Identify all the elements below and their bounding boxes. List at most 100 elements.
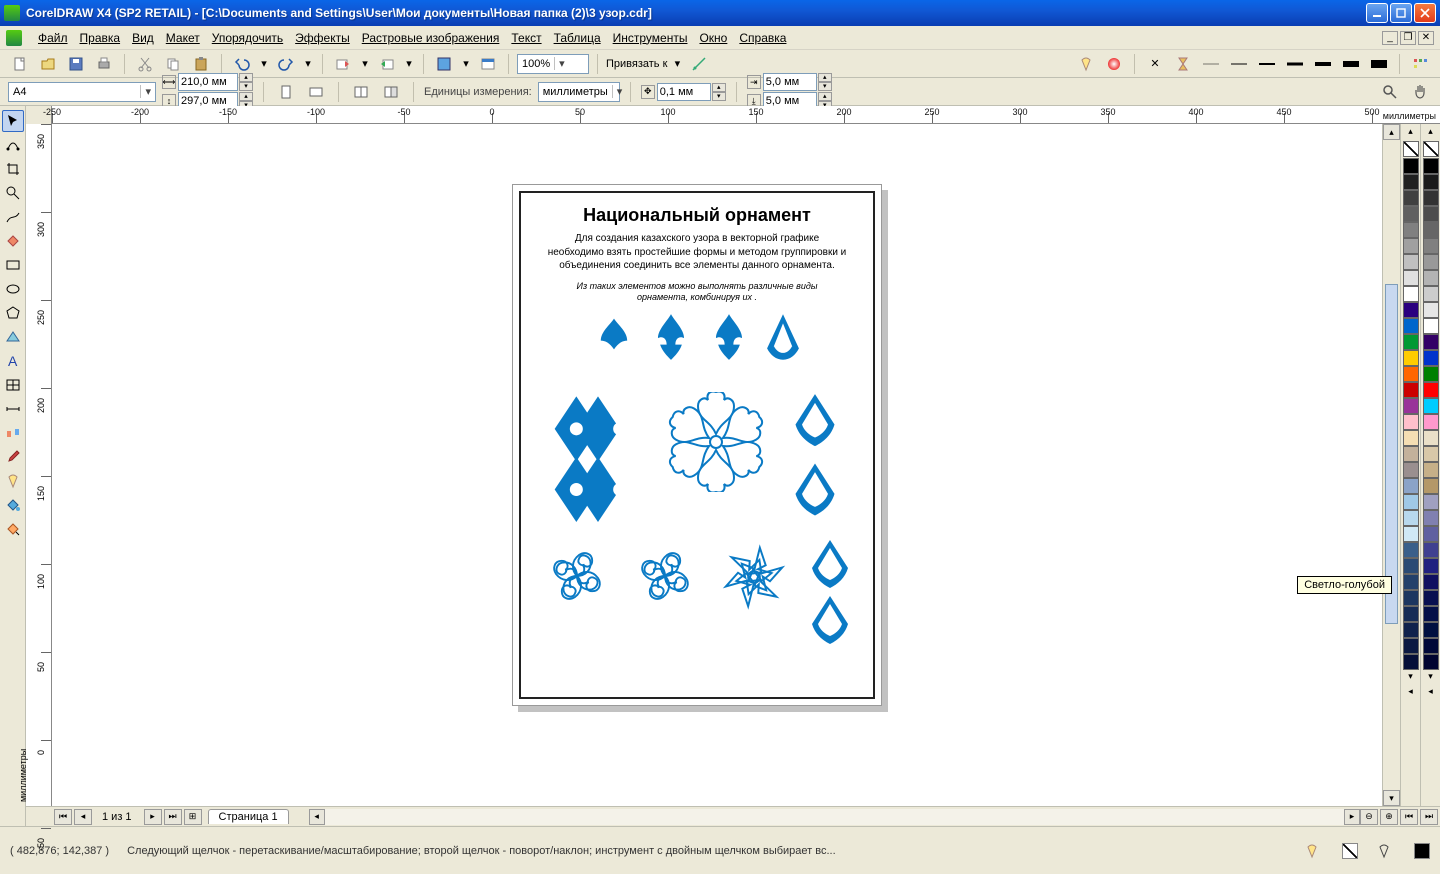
last-page[interactable]: ⏭ bbox=[164, 809, 182, 825]
swatch2-7[interactable] bbox=[1423, 270, 1439, 286]
width-down[interactable]: ▾ bbox=[239, 82, 253, 91]
cut-button[interactable] bbox=[133, 53, 157, 75]
swatch2-16[interactable] bbox=[1423, 414, 1439, 430]
snap-dropdown[interactable]: ▾ bbox=[671, 53, 683, 75]
swatch-22[interactable] bbox=[1403, 510, 1419, 526]
swatch2-29[interactable] bbox=[1423, 622, 1439, 638]
close-button[interactable] bbox=[1414, 3, 1436, 23]
swatch2-12[interactable] bbox=[1423, 350, 1439, 366]
swatch2-5[interactable] bbox=[1423, 238, 1439, 254]
horizontal-scrollbar[interactable]: ◂ ▸ bbox=[309, 809, 1360, 825]
swatch2-1[interactable] bbox=[1423, 174, 1439, 190]
swatch-27[interactable] bbox=[1403, 590, 1419, 606]
interactive-blend-tool[interactable] bbox=[2, 422, 24, 444]
swatch-11[interactable] bbox=[1403, 334, 1419, 350]
swatch-8[interactable] bbox=[1403, 286, 1419, 302]
next-page[interactable]: ▸ bbox=[144, 809, 162, 825]
table-tool[interactable] bbox=[2, 374, 24, 396]
swatch-26[interactable] bbox=[1403, 574, 1419, 590]
swatch-5[interactable] bbox=[1403, 238, 1419, 254]
import-button[interactable] bbox=[331, 53, 355, 75]
swatch-28[interactable] bbox=[1403, 606, 1419, 622]
outline-3[interactable] bbox=[1283, 53, 1307, 75]
text-tool[interactable]: A bbox=[2, 350, 24, 372]
swatch2-30[interactable] bbox=[1423, 638, 1439, 654]
swatch-14[interactable] bbox=[1403, 382, 1419, 398]
paste-button[interactable] bbox=[189, 53, 213, 75]
outline-pen-icon[interactable] bbox=[1074, 53, 1098, 75]
new-button[interactable] bbox=[8, 53, 32, 75]
all-pages-button[interactable] bbox=[349, 81, 373, 103]
redo-dropdown[interactable]: ▾ bbox=[302, 53, 314, 75]
outline-4[interactable] bbox=[1311, 53, 1335, 75]
outline-6[interactable] bbox=[1367, 53, 1391, 75]
app-launcher-dropdown[interactable]: ▾ bbox=[460, 53, 472, 75]
swatch2-20[interactable] bbox=[1423, 478, 1439, 494]
menu-text[interactable]: Текст bbox=[505, 29, 547, 47]
swatch2-18[interactable] bbox=[1423, 446, 1439, 462]
zoom-tool[interactable] bbox=[2, 182, 24, 204]
menu-table[interactable]: Таблица bbox=[548, 29, 607, 47]
height-up[interactable]: ▴ bbox=[239, 92, 253, 101]
swatch2-13[interactable] bbox=[1423, 366, 1439, 382]
vertical-scrollbar[interactable]: ▴ ▾ bbox=[1382, 124, 1400, 806]
menu-tools[interactable]: Инструменты bbox=[607, 29, 694, 47]
crop-tool[interactable] bbox=[2, 158, 24, 180]
palette-down[interactable]: ▾ bbox=[1408, 671, 1413, 685]
options-button[interactable] bbox=[1408, 53, 1432, 75]
maximize-button[interactable] bbox=[1390, 3, 1412, 23]
zoom-out-btn[interactable]: ⊖ bbox=[1360, 809, 1378, 825]
fill-tool[interactable] bbox=[2, 494, 24, 516]
save-button[interactable] bbox=[64, 53, 88, 75]
mdi-close[interactable]: ✕ bbox=[1418, 31, 1434, 45]
swatch-4[interactable] bbox=[1403, 222, 1419, 238]
interactive-fill-tool[interactable] bbox=[2, 518, 24, 540]
landscape-button[interactable] bbox=[304, 81, 328, 103]
swatch2-10[interactable] bbox=[1423, 318, 1439, 334]
swatch2-4[interactable] bbox=[1423, 222, 1439, 238]
welcome-button[interactable] bbox=[476, 53, 500, 75]
drawing-stage[interactable]: Национальный орнамент Для создания казах… bbox=[52, 124, 1382, 806]
app-launcher-button[interactable] bbox=[432, 53, 456, 75]
freehand-tool[interactable] bbox=[2, 206, 24, 228]
horizontal-ruler[interactable]: -250-200-150-100-50050100150200250300350… bbox=[26, 106, 1440, 124]
app-menu-icon[interactable] bbox=[6, 30, 22, 46]
swatch-13[interactable] bbox=[1403, 366, 1419, 382]
swatch-17[interactable] bbox=[1403, 430, 1419, 446]
scroll-right[interactable]: ▸ bbox=[1344, 809, 1360, 825]
swatch2-25[interactable] bbox=[1423, 558, 1439, 574]
eyedropper-tool[interactable] bbox=[2, 446, 24, 468]
zoom-tool-icon[interactable] bbox=[1378, 81, 1402, 103]
swatch2-23[interactable] bbox=[1423, 526, 1439, 542]
menu-edit[interactable]: Правка bbox=[74, 29, 127, 47]
import-dropdown[interactable]: ▾ bbox=[359, 53, 371, 75]
menu-arrange[interactable]: Упорядочить bbox=[206, 29, 289, 47]
hourglass-icon[interactable] bbox=[1171, 53, 1195, 75]
swatch-21[interactable] bbox=[1403, 494, 1419, 510]
zoom-in-btn[interactable]: ⊕ bbox=[1380, 809, 1398, 825]
swatch2-15[interactable] bbox=[1423, 398, 1439, 414]
export-dropdown[interactable]: ▾ bbox=[403, 53, 415, 75]
swatch-10[interactable] bbox=[1403, 318, 1419, 334]
add-page[interactable]: ⊞ bbox=[184, 809, 202, 825]
current-page-button[interactable] bbox=[379, 81, 403, 103]
nav-next[interactable]: ⏭ bbox=[1420, 809, 1438, 825]
swatch2-31[interactable] bbox=[1423, 654, 1439, 670]
swatch-1[interactable] bbox=[1403, 174, 1419, 190]
no-outline-icon[interactable]: ✕ bbox=[1143, 53, 1167, 75]
scroll-down[interactable]: ▾ bbox=[1383, 790, 1400, 806]
palette-up[interactable]: ▴ bbox=[1408, 126, 1413, 140]
swatch2-21[interactable] bbox=[1423, 494, 1439, 510]
zoom-combo[interactable]: 100%▾ bbox=[517, 54, 589, 74]
scroll-thumb-v[interactable] bbox=[1385, 284, 1398, 624]
color-wheel-icon[interactable] bbox=[1102, 53, 1126, 75]
dup-x-input[interactable] bbox=[763, 73, 817, 91]
swatch-7[interactable] bbox=[1403, 270, 1419, 286]
swatch2-3[interactable] bbox=[1423, 206, 1439, 222]
swatch-2[interactable] bbox=[1403, 190, 1419, 206]
menu-help[interactable]: Справка bbox=[733, 29, 792, 47]
menu-file[interactable]: Файл bbox=[32, 29, 74, 47]
undo-button[interactable] bbox=[230, 53, 254, 75]
minimize-button[interactable] bbox=[1366, 3, 1388, 23]
swatch-16[interactable] bbox=[1403, 414, 1419, 430]
